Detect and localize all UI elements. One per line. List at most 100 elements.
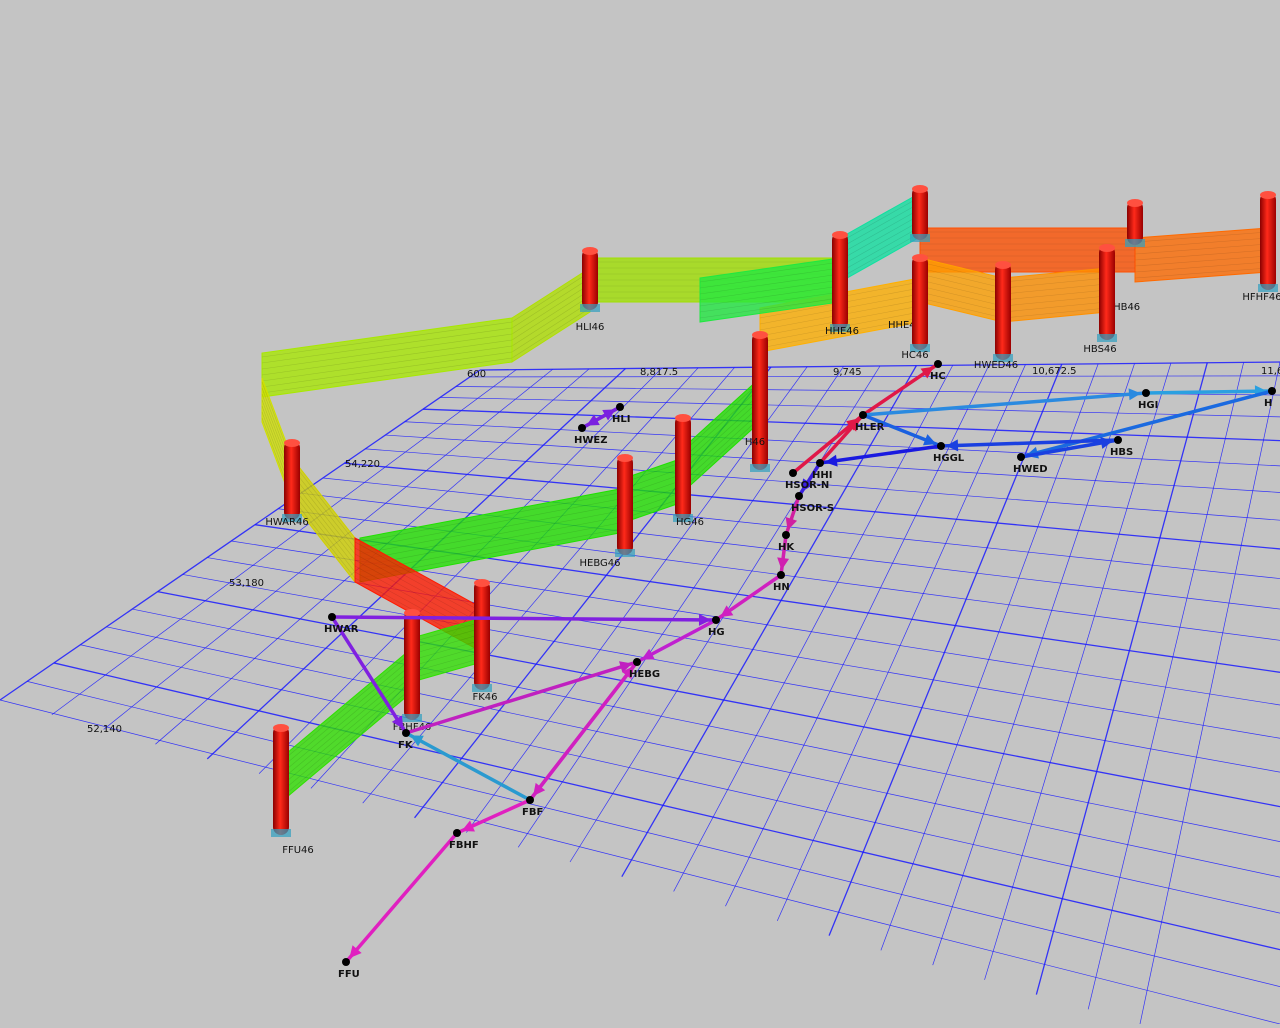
tower-label: HWED46 [974,360,1018,371]
network-nodes: HC HLER HGI H HGGL HWED HBS HLI HWEZ HSOR-NHHI HSO… [324,360,1276,980]
node-label: HN [773,582,790,593]
tower-base [580,304,600,312]
network-node[interactable]: HWEZ [574,424,607,446]
tower-base [1097,334,1117,342]
node-label: FK [398,740,414,751]
x-tick-label: 8,817.5 [640,367,678,378]
edge-line [330,615,718,622]
node-dot [1142,389,1150,397]
y-tick-label: 52,140 [87,724,122,735]
node-dot [1114,436,1122,444]
node-label: HLER [855,422,885,433]
node-dot [795,492,803,500]
tower-cylinder [284,440,300,520]
node-dot [937,442,945,450]
grid-line [258,367,663,774]
network-node[interactable]: FFU [338,958,360,980]
tower-cylinder [675,415,691,520]
tower-cap [675,414,691,422]
node-label: HSOR-N [785,480,829,491]
node-label: FBF [522,807,543,818]
tower-label: HFHF46 [1242,292,1280,303]
network-scene[interactable]: 8,817.5 9,745 10,672.5 11,6 600 54,220 5… [0,0,1280,1025]
network-node[interactable]: HK [778,531,795,553]
network-node[interactable]: HEBG [629,658,660,680]
network-node[interactable]: HSOR-S [791,492,834,514]
tower-label: HG46 [676,517,704,528]
tower-cylinder [1099,245,1115,340]
3d-network-viewport[interactable]: 8,817.5 9,745 10,672.5 11,6 600 54,220 5… [0,0,1280,1025]
network-edge[interactable] [528,660,639,802]
node-dot [616,403,624,411]
tower-cap [912,185,928,193]
network-node[interactable]: HLI [612,403,630,425]
tower-cap [284,439,300,447]
tower-cylinder [995,262,1011,360]
node-label: HEBG [629,669,660,680]
edge-line [1144,389,1274,395]
node-label: FBHF [449,840,479,851]
node-dot [1017,453,1025,461]
node-label: HG [708,627,725,638]
network-edge[interactable] [861,362,940,417]
network-edge[interactable] [344,831,459,964]
tower-label: HEBG46 [580,558,621,569]
grid-line [1139,361,1280,1025]
tower-base [615,549,635,557]
tower[interactable]: FK46 [472,579,498,703]
tower-base [1258,284,1278,292]
network-node[interactable]: FBHF [449,829,479,851]
node-label: HK [778,542,795,553]
node-dot [453,829,461,837]
tower-cylinder [1260,192,1276,290]
grid-line [776,364,1026,922]
grid-line [828,363,1063,936]
tower-cylinder [912,255,928,350]
edge-arrowhead [1128,388,1142,401]
tower-label: HC46 [901,350,928,361]
x-tick-label: 10,672.5 [1032,366,1077,377]
node-label: HGGL [933,453,965,464]
node-dot [777,571,785,579]
grid-line [469,375,1280,378]
node-dot [816,459,824,467]
tower-base [750,464,770,472]
tower-cap [1260,191,1276,199]
edge-line [818,444,943,465]
node-dot [578,424,586,432]
x-tick-label: 600 [467,369,486,380]
tower-label: HHE46 [825,326,859,337]
network-edge[interactable] [330,613,718,626]
network-edge[interactable] [714,573,783,622]
node-dot [342,958,350,966]
network-edge[interactable] [404,731,532,802]
network-edge[interactable] [818,444,943,467]
tower-cylinder [752,332,768,470]
grid-line [1087,362,1244,1010]
tower-cap [1099,244,1115,252]
tower-cylinder [832,232,848,330]
tower-cylinder [273,725,289,835]
node-label: HLI [612,414,630,425]
node-label: HHI [812,470,832,481]
tower-label: HBS46 [1083,344,1116,355]
network-edge[interactable] [455,798,532,835]
grid-line [880,363,1099,951]
tower-cap [404,609,420,617]
tower-cylinder [474,580,490,690]
network-edge[interactable] [784,494,801,537]
network-node[interactable]: HC [930,360,946,382]
network-edge[interactable] [777,533,790,577]
edge-line [344,831,459,964]
edge-line [404,731,532,802]
tower-cylinder [404,610,420,720]
node-label: HWED [1013,464,1048,475]
tower-label: FFU46 [282,845,314,856]
tower-label: FK46 [472,692,497,703]
tower-cylinder [912,186,928,240]
node-label: HGI [1138,400,1158,411]
tower-cap [995,261,1011,269]
node-label: HSOR-S [791,503,834,514]
edge-arrowhead [785,516,798,531]
node-dot [402,729,410,737]
